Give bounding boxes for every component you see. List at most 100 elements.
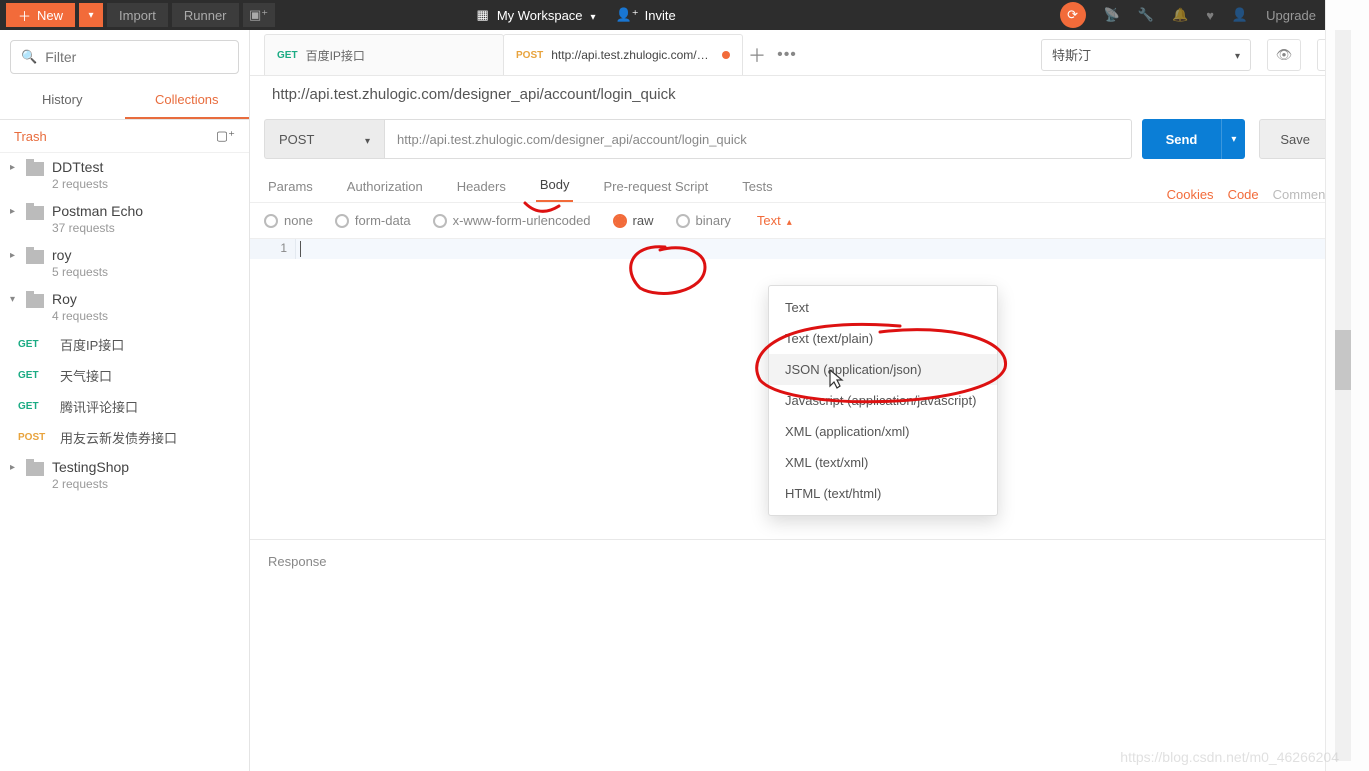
request-label: 百度IP接口 <box>60 335 124 354</box>
line-gutter: 1 <box>250 239 296 259</box>
quicklook-button[interactable]: 👁 <box>1267 39 1301 71</box>
radio-label: form-data <box>355 213 411 228</box>
user-avatar[interactable]: 👤 <box>1232 7 1248 23</box>
body-editor[interactable]: 1 <box>250 238 1369 259</box>
body-type-none[interactable]: none <box>264 213 313 228</box>
subtab-tests[interactable]: Tests <box>738 171 776 202</box>
response-panel-header: Response <box>250 539 1369 583</box>
ct-option-json[interactable]: JSON (application/json) <box>769 354 997 385</box>
trash-link[interactable]: Trash <box>14 129 47 144</box>
workspace-switcher[interactable]: ▦ My Workspace <box>477 7 596 23</box>
ct-option-html[interactable]: HTML (text/html) <box>769 478 997 509</box>
code-link[interactable]: Code <box>1228 187 1259 202</box>
url-value: http://api.test.zhulogic.com/designer_ap… <box>397 132 747 147</box>
grid-icon: ▦ <box>477 7 489 23</box>
folder-icon <box>26 462 44 476</box>
new-button[interactable]: ＋ New <box>6 3 75 27</box>
sidebar: 🔍 History Collections Trash ▢⁺ DDTtest2 … <box>0 30 250 771</box>
browser-scrollbar[interactable] <box>1325 0 1369 771</box>
folder-icon <box>26 162 44 176</box>
method-value: POST <box>279 132 314 147</box>
wrench-icon[interactable]: 🔧 <box>1138 7 1154 23</box>
new-window-button[interactable]: ▣⁺ <box>243 3 275 27</box>
code-area[interactable] <box>296 239 1369 259</box>
collection-meta: 5 requests <box>52 265 108 279</box>
sync-button[interactable]: ⟳ <box>1060 2 1086 28</box>
request-item[interactable]: GET腾讯评论接口 <box>0 391 249 422</box>
scrollbar-thumb[interactable] <box>1335 330 1351 390</box>
subtab-params[interactable]: Params <box>264 171 317 202</box>
method-badge: GET <box>18 339 48 350</box>
radio-label: raw <box>633 213 654 228</box>
send-dropdown[interactable] <box>1221 119 1245 159</box>
tab-overflow-button[interactable]: ••• <box>772 34 802 75</box>
subtab-body[interactable]: Body <box>536 169 574 202</box>
method-badge: POST <box>18 432 48 443</box>
ct-option-text-plain[interactable]: Text (text/plain) <box>769 323 997 354</box>
invite-button[interactable]: 👤⁺ Invite <box>616 7 676 23</box>
collections-list: DDTtest2 requests Postman Echo37 request… <box>0 153 249 771</box>
url-input[interactable]: http://api.test.zhulogic.com/designer_ap… <box>384 119 1132 159</box>
tab-collections[interactable]: Collections <box>125 82 250 119</box>
ct-option-xml-text[interactable]: XML (text/xml) <box>769 447 997 478</box>
tab-method: GET <box>277 50 298 61</box>
save-button[interactable]: Save <box>1259 119 1331 159</box>
subtab-headers[interactable]: Headers <box>453 171 510 202</box>
body-type-binary[interactable]: binary <box>676 213 731 228</box>
ct-option-text[interactable]: Text <box>769 292 997 323</box>
add-tab-button[interactable]: ＋ <box>742 34 772 75</box>
request-item[interactable]: GET天气接口 <box>0 360 249 391</box>
subtab-authorization[interactable]: Authorization <box>343 171 427 202</box>
collection-meta: 4 requests <box>52 309 108 323</box>
watermark: https://blog.csdn.net/m0_46266204 <box>1120 749 1339 765</box>
environment-select[interactable]: 特斯汀 <box>1041 39 1251 71</box>
collection-item[interactable]: DDTtest2 requests <box>0 153 249 197</box>
folder-icon <box>26 206 44 220</box>
eye-icon: 👁 <box>1276 47 1293 63</box>
new-dropdown[interactable] <box>79 3 103 27</box>
tab-label: http://api.test.zhulogic.com/des <box>551 48 714 62</box>
send-button[interactable]: Send <box>1142 119 1222 159</box>
ct-option-xml-app[interactable]: XML (application/xml) <box>769 416 997 447</box>
collection-item[interactable]: ▾ Roy4 requests <box>0 285 249 329</box>
caret-icon <box>10 462 18 473</box>
method-badge: GET <box>18 370 48 381</box>
collection-name: TestingShop <box>52 459 129 475</box>
invite-label: Invite <box>645 8 676 23</box>
chevron-down-icon <box>591 8 596 23</box>
ct-option-javascript[interactable]: Javascript (application/javascript) <box>769 385 997 416</box>
subtab-prerequest[interactable]: Pre-request Script <box>599 171 712 202</box>
new-collection-icon[interactable]: ▢⁺ <box>216 128 235 144</box>
upgrade-button[interactable]: Upgrade <box>1266 8 1316 23</box>
collection-item[interactable]: TestingShop2 requests <box>0 453 249 497</box>
collection-item[interactable]: Postman Echo37 requests <box>0 197 249 241</box>
tab-method: POST <box>516 50 543 61</box>
request-label: 用友云新发债券接口 <box>60 428 177 447</box>
folder-icon <box>26 294 44 308</box>
content-type-dropdown[interactable]: Text <box>757 213 792 228</box>
bell-icon[interactable]: 🔔 <box>1172 7 1188 23</box>
satellite-icon[interactable]: 📡 <box>1104 7 1120 23</box>
request-item[interactable]: GET 百度IP接口 <box>0 329 249 360</box>
filter-input-wrapper: 🔍 <box>10 40 239 74</box>
cookies-link[interactable]: Cookies <box>1167 187 1214 202</box>
filter-input[interactable] <box>45 49 228 65</box>
chevron-down-icon <box>365 132 370 147</box>
body-type-raw[interactable]: raw <box>613 213 654 228</box>
body-type-formdata[interactable]: form-data <box>335 213 411 228</box>
request-tab[interactable]: POST http://api.test.zhulogic.com/des <box>503 34 743 75</box>
collection-item[interactable]: roy5 requests <box>0 241 249 285</box>
runner-button[interactable]: Runner <box>172 3 239 27</box>
request-item[interactable]: POST 用友云新发债券接口 <box>0 422 249 453</box>
heart-icon[interactable]: ♥ <box>1206 8 1214 23</box>
unsaved-dot-icon <box>722 51 730 59</box>
import-button[interactable]: Import <box>107 3 168 27</box>
caret-icon <box>10 206 18 217</box>
body-type-urlencoded[interactable]: x-www-form-urlencoded <box>433 213 591 228</box>
plus-icon: ＋ <box>18 6 31 25</box>
caret-icon <box>10 162 18 173</box>
request-tab[interactable]: GET 百度IP接口 <box>264 34 504 75</box>
method-select[interactable]: POST <box>264 119 384 159</box>
collection-name: Postman Echo <box>52 203 143 219</box>
tab-history[interactable]: History <box>0 82 125 119</box>
